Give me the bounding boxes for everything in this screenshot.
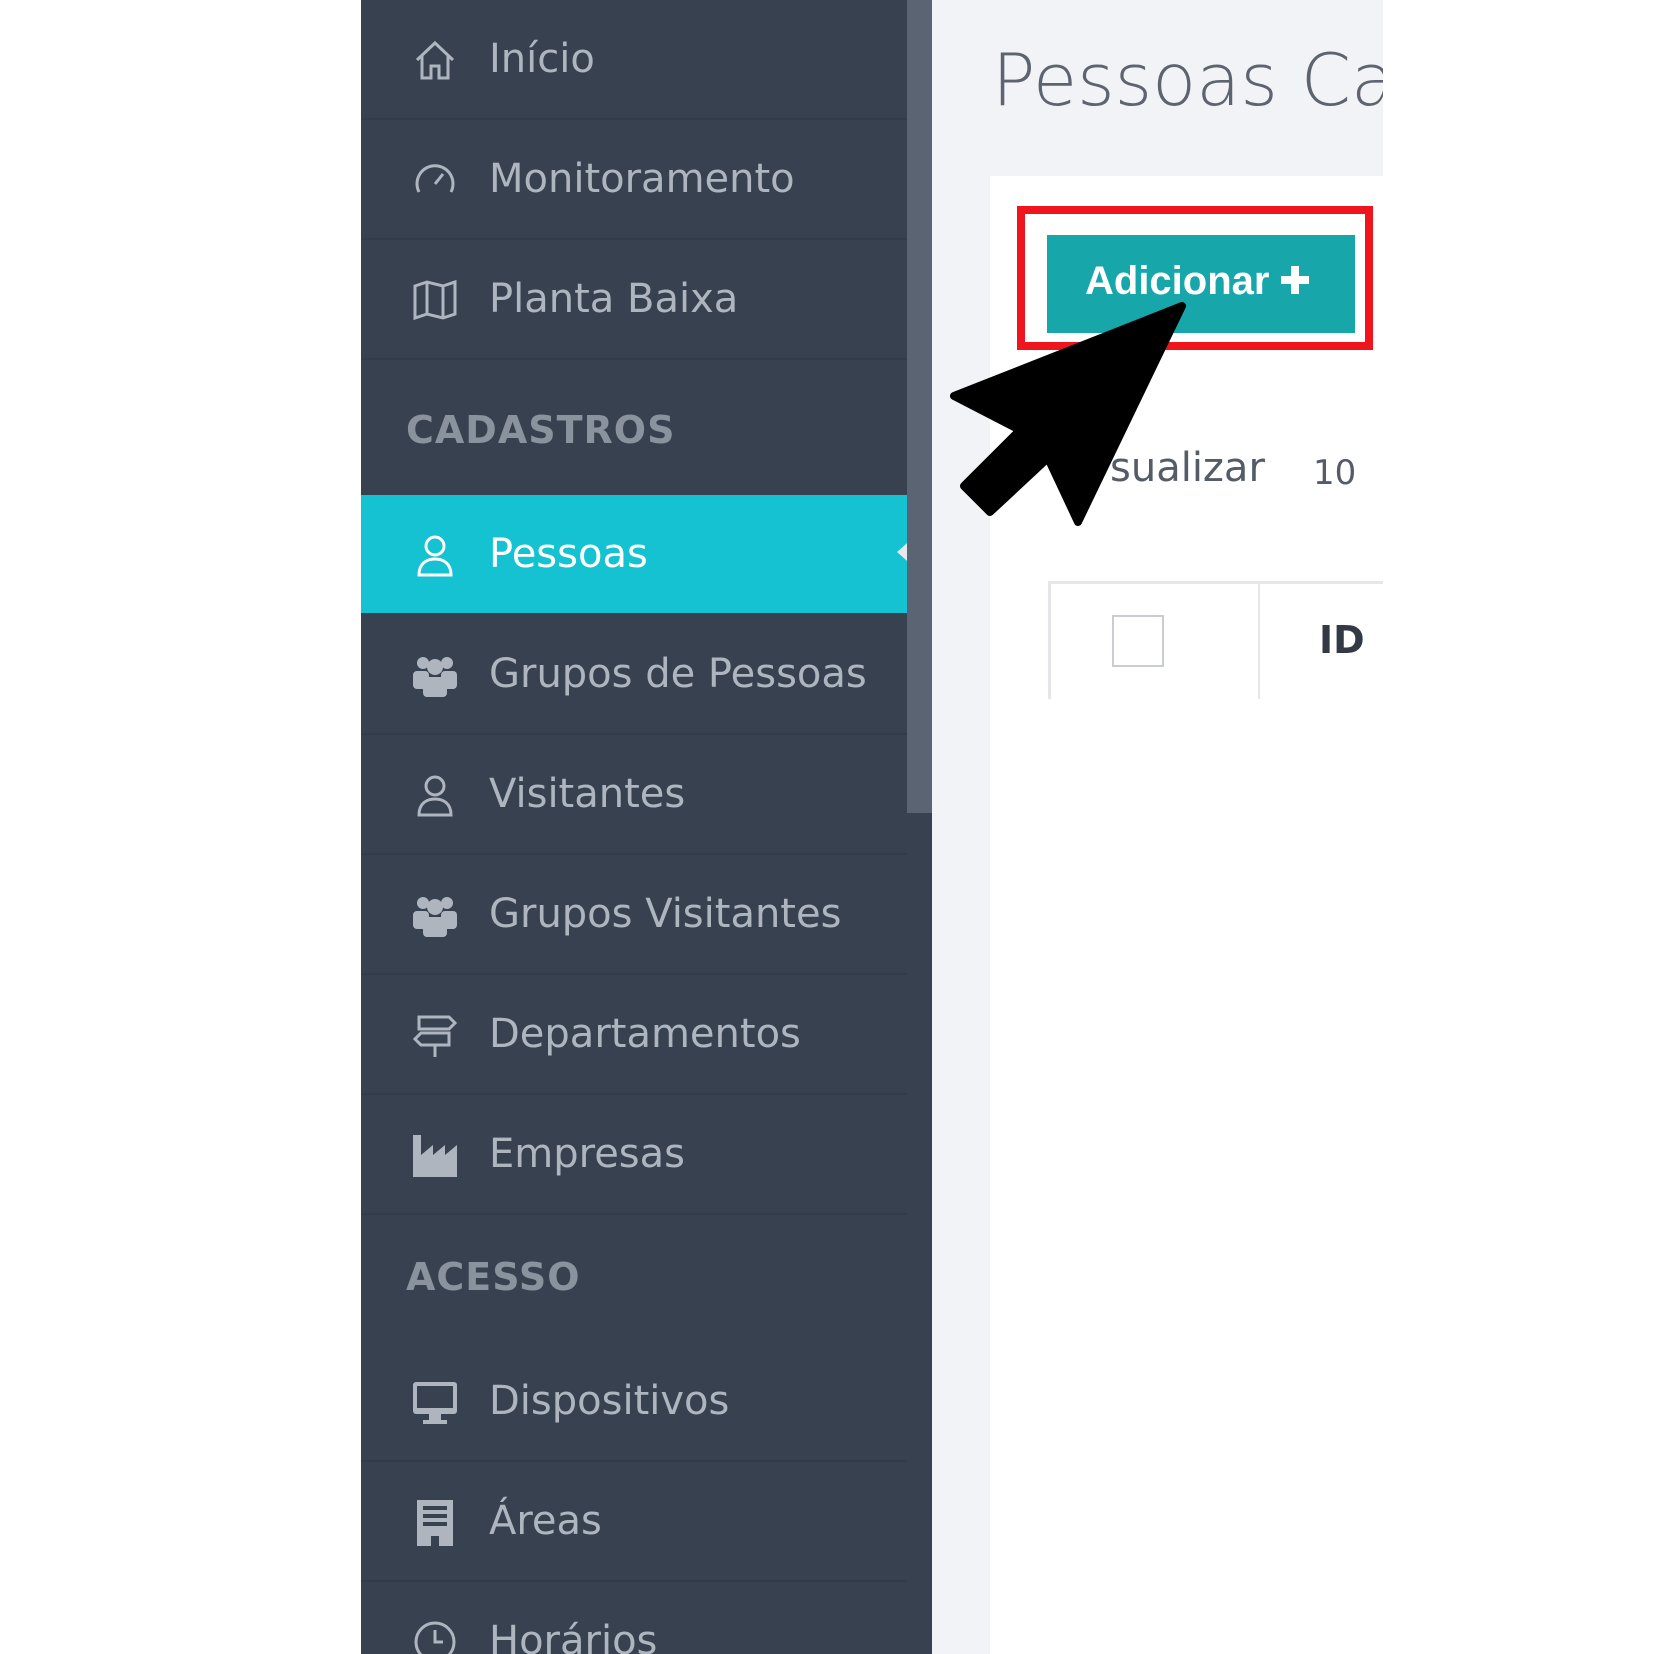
column-divider	[1258, 584, 1260, 699]
factory-icon	[413, 1135, 457, 1177]
sidebar-item-label: Monitoramento	[489, 156, 795, 202]
sidebar-item-departamentos[interactable]: Departamentos	[361, 975, 907, 1095]
sidebar-item-label: Pessoas	[489, 531, 648, 577]
map-icon	[413, 279, 457, 321]
sidebar-item-label: Horários	[489, 1618, 658, 1654]
data-table: ID	[1048, 581, 1383, 699]
sidebar-item-grupos-de-pessoas[interactable]: Grupos de Pessoas	[361, 615, 907, 735]
users-icon	[413, 657, 457, 697]
user-icon	[417, 535, 453, 577]
sidebar-item-visitantes[interactable]: Visitantes	[361, 735, 907, 855]
sidebar: Início Monitoramento Planta Baixa CADAST…	[361, 0, 933, 1654]
section-cadastros: CADASTROS	[406, 408, 676, 452]
pointer-arrow-icon	[950, 302, 1186, 526]
sidebar-item-pessoas[interactable]: Pessoas	[361, 495, 933, 613]
page-title: Pessoas Cad	[992, 38, 1383, 122]
sidebar-item-label: Empresas	[489, 1131, 685, 1177]
sidebar-item-empresas[interactable]: Empresas	[361, 1095, 907, 1215]
section-acesso: ACESSO	[406, 1255, 581, 1299]
select-all-checkbox[interactable]	[1112, 615, 1164, 667]
sidebar-item-label: Grupos de Pessoas	[489, 651, 867, 697]
main-content: Pessoas Cad Adicionar sualizar 10 ID	[932, 0, 1383, 1654]
sidebar-item-dispositivos[interactable]: Dispositivos	[361, 1342, 907, 1462]
user-outline-icon	[417, 775, 453, 817]
sidebar-item-planta-baixa[interactable]: Planta Baixa	[361, 240, 907, 360]
screenshot: Início Monitoramento Planta Baixa CADAST…	[361, 0, 1383, 1654]
monitor-icon	[413, 1382, 457, 1424]
building-icon	[417, 1500, 453, 1546]
sidebar-item-label: Dispositivos	[489, 1378, 730, 1424]
sidebar-item-grupos-visitantes[interactable]: Grupos Visitantes	[361, 855, 907, 975]
sidebar-item-horarios[interactable]: Horários	[361, 1582, 907, 1654]
sidebar-item-monitoramento[interactable]: Monitoramento	[361, 120, 907, 240]
clock-icon	[414, 1621, 456, 1654]
sidebar-item-label: Início	[489, 36, 595, 82]
signpost-icon	[412, 1015, 458, 1057]
sidebar-item-label: Planta Baixa	[489, 276, 739, 322]
column-header-id[interactable]: ID	[1319, 618, 1365, 662]
users-icon	[413, 897, 457, 937]
sidebar-item-areas[interactable]: Áreas	[361, 1462, 907, 1582]
sidebar-item-label: Visitantes	[489, 771, 686, 817]
scrollbar-thumb[interactable]	[907, 0, 932, 813]
sidebar-item-label: Áreas	[489, 1498, 602, 1544]
sidebar-item-label: Grupos Visitantes	[489, 891, 842, 937]
sidebar-item-label: Departamentos	[489, 1011, 801, 1057]
page-size-select[interactable]: 10	[1313, 453, 1356, 493]
sidebar-item-inicio[interactable]: Início	[361, 0, 907, 120]
gauge-icon	[415, 164, 455, 193]
home-icon	[415, 40, 455, 80]
